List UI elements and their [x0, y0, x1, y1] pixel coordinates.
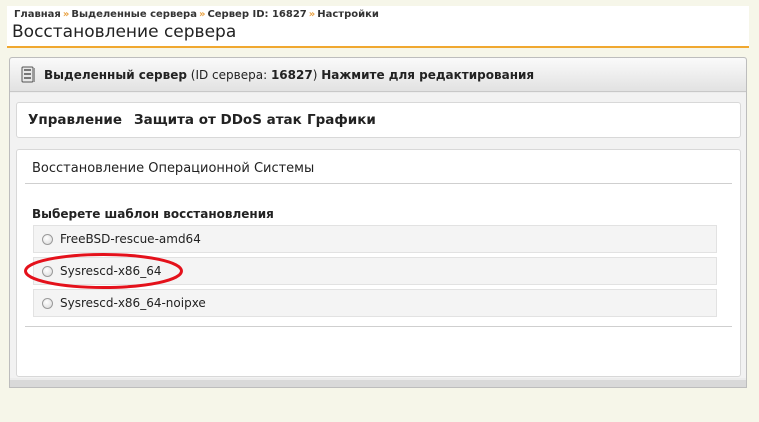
- radio-icon[interactable]: [42, 234, 53, 245]
- breadcrumb-dedicated-servers[interactable]: Выделенные сервера: [71, 9, 197, 20]
- divider: [25, 326, 732, 327]
- tab-ddos-protection[interactable]: Защита от DDoS атак: [134, 112, 302, 128]
- section-title: Восстановление Операционной Системы: [32, 161, 315, 176]
- template-field-label: Выберете шаблон восстановления: [32, 207, 274, 221]
- option-label: Sysrescd-x86_64: [60, 264, 162, 278]
- breadcrumb-home[interactable]: Главная: [14, 9, 61, 20]
- breadcrumb-separator: »: [308, 9, 316, 20]
- server-icon: [21, 66, 35, 83]
- template-option-sysrescd[interactable]: Sysrescd-x86_64: [33, 257, 717, 285]
- tab-management[interactable]: Управление: [28, 112, 122, 128]
- panel-footer-bar: [10, 380, 746, 387]
- breadcrumb-separator: »: [198, 9, 206, 20]
- breadcrumb-server-id[interactable]: Сервер ID: 16827: [207, 9, 306, 20]
- panel-title: Выделенный сервер: [44, 68, 187, 82]
- breadcrumb-separator: »: [62, 9, 70, 20]
- server-id-suffix: ): [312, 68, 318, 82]
- breadcrumb: Главная» Выделенные сервера» Сервер ID: 16…: [14, 9, 379, 20]
- option-label: Sysrescd-x86_64-noipxe: [60, 296, 206, 310]
- radio-icon[interactable]: [42, 298, 53, 309]
- tab-graphs[interactable]: Графики: [307, 112, 376, 128]
- breadcrumb-settings: Настройки: [317, 9, 379, 20]
- page-header: Главная» Выделенные сервера» Сервер ID: 16…: [7, 6, 749, 48]
- template-option-sysrescd-noipxe[interactable]: Sysrescd-x86_64-noipxe: [33, 289, 717, 317]
- template-option-freebsd-rescue[interactable]: FreeBSD-rescue-amd64: [33, 225, 717, 253]
- panel-body: Управление Защита от DDoS атак Графики В…: [10, 93, 746, 378]
- page: Главная» Выделенные сервера» Сервер ID: 16…: [0, 0, 759, 422]
- server-id-value: 16827: [270, 68, 313, 82]
- panel-header-text: Выделенный сервер (ID сервера: 16827) На…: [44, 68, 534, 82]
- edit-link[interactable]: Нажмите для редактирования: [321, 68, 534, 82]
- server-panel: Выделенный сервер (ID сервера: 16827) На…: [9, 57, 747, 388]
- server-id-prefix: (ID сервера:: [190, 68, 271, 82]
- panel-header: Выделенный сервер (ID сервера: 16827) На…: [10, 58, 746, 92]
- radio-icon[interactable]: [42, 266, 53, 277]
- page-title: Восстановление сервера: [12, 22, 237, 42]
- recovery-section: Восстановление Операционной Системы Выбе…: [16, 149, 741, 377]
- tabs-bar: Управление Защита от DDoS атак Графики: [16, 102, 741, 138]
- divider: [25, 183, 732, 184]
- option-label: FreeBSD-rescue-amd64: [60, 232, 201, 246]
